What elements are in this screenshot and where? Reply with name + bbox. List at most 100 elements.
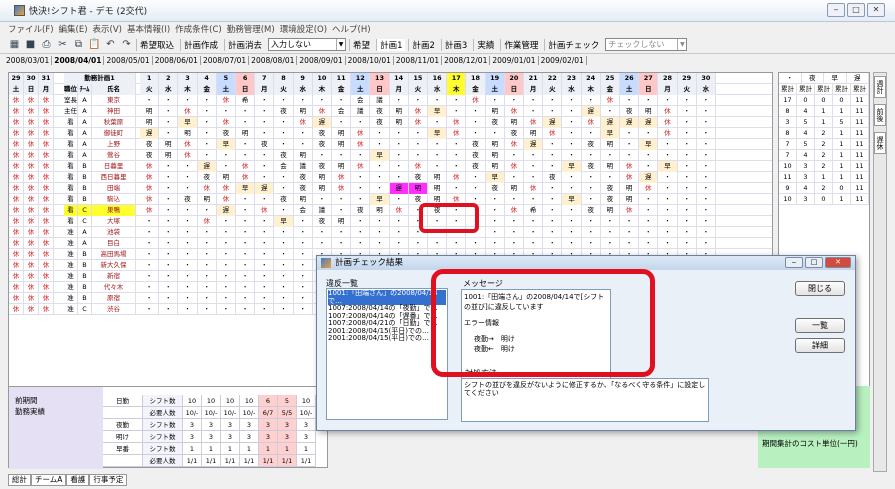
role-cell[interactable]: 准: [64, 304, 78, 315]
dow-header[interactable]: 月: [524, 84, 544, 95]
shift-cell[interactable]: ・: [198, 260, 217, 271]
shift-cell[interactable]: 明: [390, 106, 409, 117]
shift-cell[interactable]: ・: [178, 271, 198, 282]
plan1-tab[interactable]: 計画1: [376, 38, 406, 51]
dialog-close-icon[interactable]: ✕: [825, 257, 851, 268]
shift-cell[interactable]: ・: [390, 216, 409, 227]
shift-cell[interactable]: ・: [159, 293, 179, 304]
shift-cell[interactable]: ・: [697, 172, 716, 183]
shift-cell[interactable]: ・: [255, 161, 275, 172]
shift-cell[interactable]: ・: [294, 249, 313, 260]
shift-cell[interactable]: 休: [620, 161, 640, 172]
shift-cell[interactable]: ・: [639, 95, 659, 106]
shift-cell[interactable]: ・: [255, 249, 275, 260]
shift-cell[interactable]: 明: [486, 150, 505, 161]
prev-shift-cell[interactable]: 休: [24, 282, 39, 293]
shift-cell[interactable]: 会: [274, 161, 294, 172]
shift-cell[interactable]: ・: [562, 172, 582, 183]
shift-cell[interactable]: ・: [639, 194, 659, 205]
name-cell[interactable]: 巣鴨: [92, 205, 136, 216]
shift-cell[interactable]: 休: [313, 106, 332, 117]
menu-item[interactable]: 環境設定(O): [280, 23, 327, 35]
shift-cell[interactable]: ・: [562, 183, 582, 194]
plan-check-button[interactable]: 計画チェック: [544, 38, 602, 51]
shift-cell[interactable]: ・: [198, 150, 217, 161]
prev-shift-cell[interactable]: 休: [39, 172, 54, 183]
shift-cell[interactable]: ・: [697, 106, 716, 117]
team-cell[interactable]: B: [78, 260, 92, 271]
dow-header[interactable]: 木: [178, 84, 198, 95]
prev-shift-cell[interactable]: 休: [9, 128, 24, 139]
shift-cell[interactable]: ・: [428, 150, 448, 161]
shift-cell[interactable]: ・: [524, 150, 544, 161]
shift-cell[interactable]: ・: [217, 161, 236, 172]
shift-cell[interactable]: ・: [697, 216, 716, 227]
prev-shift-cell[interactable]: 休: [39, 139, 54, 150]
dow-header[interactable]: 水: [293, 84, 313, 95]
shift-cell[interactable]: ・: [236, 238, 256, 249]
team-cell[interactable]: A: [78, 150, 92, 161]
shift-cell[interactable]: ・: [486, 194, 505, 205]
shift-cell[interactable]: 夜: [294, 172, 313, 183]
prev-shift-cell[interactable]: 休: [9, 194, 24, 205]
team-cell[interactable]: B: [78, 183, 92, 194]
shift-cell[interactable]: ・: [678, 205, 697, 216]
day-header[interactable]: 18: [466, 73, 486, 84]
shift-cell[interactable]: 明: [294, 106, 313, 117]
shift-cell[interactable]: ・: [582, 216, 601, 227]
tab-nursing[interactable]: 看護: [66, 474, 90, 486]
day-header[interactable]: 25: [600, 73, 620, 84]
shift-cell[interactable]: 明: [601, 139, 620, 150]
prev-shift-cell[interactable]: 休: [39, 205, 54, 216]
shift-cell[interactable]: ・: [236, 216, 256, 227]
shift-cell[interactable]: 夜: [486, 117, 505, 128]
menu-item[interactable]: 作成条件(C): [175, 23, 222, 35]
role-cell[interactable]: 看: [64, 139, 78, 150]
day-header[interactable]: 29: [9, 73, 24, 84]
shift-cell[interactable]: 明: [486, 106, 505, 117]
shift-cell[interactable]: ・: [159, 95, 179, 106]
shift-cell[interactable]: 休: [447, 172, 467, 183]
shift-cell[interactable]: ・: [620, 150, 640, 161]
prev-shift-cell[interactable]: 休: [9, 161, 24, 172]
prev-shift-cell[interactable]: 休: [24, 106, 39, 117]
shift-cell[interactable]: 休: [620, 172, 640, 183]
dow-header[interactable]: 月: [658, 84, 678, 95]
shift-cell[interactable]: ・: [159, 227, 179, 238]
shift-cell[interactable]: 夜: [582, 139, 601, 150]
shift-cell[interactable]: ・: [198, 304, 217, 315]
shift-cell[interactable]: 明: [370, 205, 390, 216]
name-cell[interactable]: 鶯谷: [92, 150, 136, 161]
prev-shift-cell[interactable]: 休: [24, 249, 39, 260]
shift-cell[interactable]: 明: [140, 117, 160, 128]
shift-cell[interactable]: 明: [390, 117, 409, 128]
shift-cell[interactable]: ・: [198, 106, 217, 117]
shift-cell[interactable]: ・: [697, 139, 716, 150]
shift-cell[interactable]: ・: [524, 161, 544, 172]
team-cell[interactable]: C: [78, 304, 92, 315]
shift-cell[interactable]: ・: [351, 150, 371, 161]
shift-cell[interactable]: ・: [217, 238, 236, 249]
shift-cell[interactable]: ・: [198, 205, 217, 216]
shift-cell[interactable]: ・: [217, 271, 236, 282]
shift-cell[interactable]: ・: [639, 238, 659, 249]
shift-cell[interactable]: ・: [255, 117, 275, 128]
shift-cell[interactable]: ・: [658, 194, 678, 205]
dow-header[interactable]: 月: [389, 84, 409, 95]
minimize-button[interactable]: ‒: [827, 3, 845, 17]
shift-cell[interactable]: ・: [159, 216, 179, 227]
shift-cell[interactable]: ・: [601, 150, 620, 161]
prev-shift-cell[interactable]: 休: [39, 117, 54, 128]
shift-cell[interactable]: ・: [217, 282, 236, 293]
shift-cell[interactable]: 早: [562, 161, 582, 172]
menu-item[interactable]: ファイル(F): [8, 23, 54, 35]
role-cell[interactable]: 看: [64, 117, 78, 128]
shift-cell[interactable]: ・: [601, 216, 620, 227]
shift-cell[interactable]: ・: [178, 260, 198, 271]
shift-cell[interactable]: ・: [274, 282, 294, 293]
shift-cell[interactable]: ・: [678, 194, 697, 205]
shift-cell[interactable]: ・: [198, 128, 217, 139]
shift-cell[interactable]: ・: [236, 271, 256, 282]
shift-cell[interactable]: ・: [255, 238, 275, 249]
shift-cell[interactable]: ・: [236, 304, 256, 315]
